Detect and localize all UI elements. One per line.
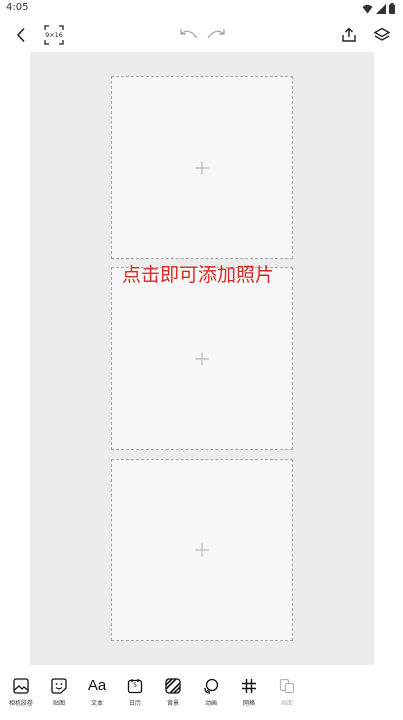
aspect-ratio-label: 9×16 [45,31,63,39]
redo-button[interactable] [203,22,229,48]
calendar-day: 5 [133,682,137,689]
background-icon [165,678,181,694]
aspect-ratio-button[interactable]: 9×16 [41,22,67,48]
tool-camera-roll[interactable]: 相机胶卷 [2,676,40,716]
plus-icon [195,161,209,174]
back-button[interactable] [8,22,34,48]
tool-background[interactable]: 背景 [154,676,192,716]
editor-canvas: 点击即可添加照片 [30,52,374,665]
plus-icon [195,352,209,365]
layers-icon [374,27,390,41]
redo-icon [207,29,225,39]
grid-icon [242,679,256,693]
undo-button[interactable] [176,22,202,48]
back-arrow-icon [16,27,25,43]
tool-label: 相机胶卷 [8,700,33,707]
tool-calendar[interactable]: 5 日历 [116,676,154,716]
status-time: 4:05 [6,2,29,13]
photo-slot-1[interactable] [111,76,293,259]
frame-icon [279,678,295,694]
battery-icon [389,3,395,14]
animation-icon [204,678,219,694]
tool-label: 画面 [280,700,293,707]
text-icon: Aa [87,677,107,694]
undo-icon [180,29,198,39]
tool-animation[interactable]: 动画 [192,676,230,716]
top-toolbar: 9×16 [0,18,403,52]
status-bar: 4:05 [0,0,403,18]
layers-button[interactable] [369,22,395,48]
sticker-icon [51,678,67,694]
tool-frame[interactable]: 画面 [268,676,306,716]
photo-slot-3[interactable] [111,459,293,641]
tool-label: 日历 [128,700,141,707]
signal-icon [376,3,386,14]
add-photo-hint: 点击即可添加照片 [122,264,275,286]
tool-grid[interactable]: 网格 [230,676,268,716]
tool-label: 贴图 [52,700,65,707]
tool-sticker[interactable]: 贴图 [40,676,78,716]
tool-label: 背景 [166,700,179,707]
share-button[interactable] [336,22,362,48]
tool-text[interactable]: Aa 文本 [78,676,116,716]
plus-icon [195,543,209,557]
tool-label: 文本 [90,700,103,707]
tool-label: 动画 [204,700,217,707]
tool-label: 网格 [242,700,255,707]
status-icons [362,3,395,14]
share-icon [342,27,356,42]
photo-icon [13,678,29,694]
wifi-icon [362,4,373,13]
bottom-toolbar: 相机胶卷 贴图 Aa 文本 5 日历 背景 动画 网格 画面 [0,670,403,720]
photo-slot-2[interactable] [111,267,293,450]
